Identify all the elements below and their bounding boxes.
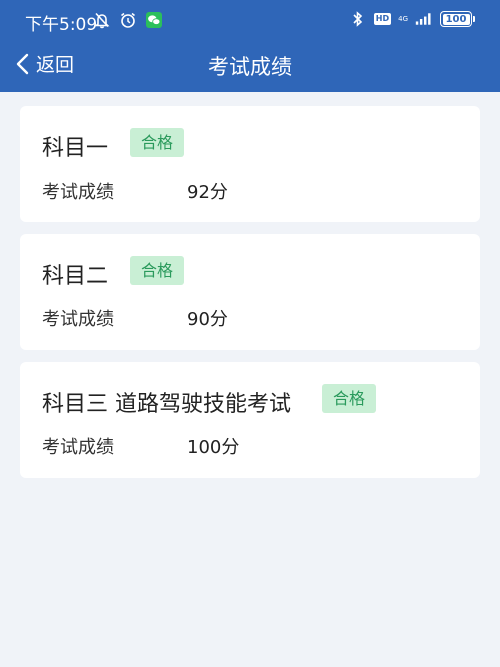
battery-level: 100 [442, 13, 470, 25]
subject-card-2: 科目二 合格 考试成绩 90分 [20, 234, 480, 350]
pass-badge: 合格 [322, 384, 377, 413]
pass-badge: 合格 [130, 256, 185, 285]
signal-bars-icon [415, 10, 433, 28]
status-bar: 下午5:09 HD 4G 100 [0, 0, 500, 40]
subject-card-1: 科目一 合格 考试成绩 92分 [20, 106, 480, 222]
subject-name: 科目三 道路驾驶技能考试 [42, 392, 291, 417]
status-left-icons [93, 11, 163, 29]
status-time: 下午5:09 [25, 15, 98, 35]
score-label: 考试成绩 [42, 437, 114, 458]
hd-badge: HD [373, 13, 392, 25]
pass-badge: 合格 [130, 128, 185, 157]
status-right-icons: HD 4G 100 [349, 10, 475, 28]
wechat-icon [145, 11, 163, 29]
nav-bar: 返回 考试成绩 [0, 42, 500, 88]
subject-name: 科目二 [42, 264, 109, 289]
app-header: 下午5:09 HD 4G 100 返回 考试成绩 [0, 0, 500, 92]
battery-icon: 100 [440, 11, 475, 27]
score-value: 90分 [187, 309, 228, 330]
subject-name: 科目一 [42, 136, 109, 161]
alarm-clock-icon [119, 11, 137, 29]
bell-off-icon [93, 11, 111, 29]
score-label: 考试成绩 [42, 309, 114, 330]
bluetooth-icon [349, 10, 367, 28]
page-title: 考试成绩 [208, 55, 292, 79]
score-value: 92分 [187, 182, 228, 203]
score-value: 100分 [187, 437, 240, 458]
subject-card-3: 科目三 道路驾驶技能考试 合格 考试成绩 100分 [20, 362, 480, 478]
network-type: 4G [398, 15, 408, 23]
score-label: 考试成绩 [42, 182, 114, 203]
